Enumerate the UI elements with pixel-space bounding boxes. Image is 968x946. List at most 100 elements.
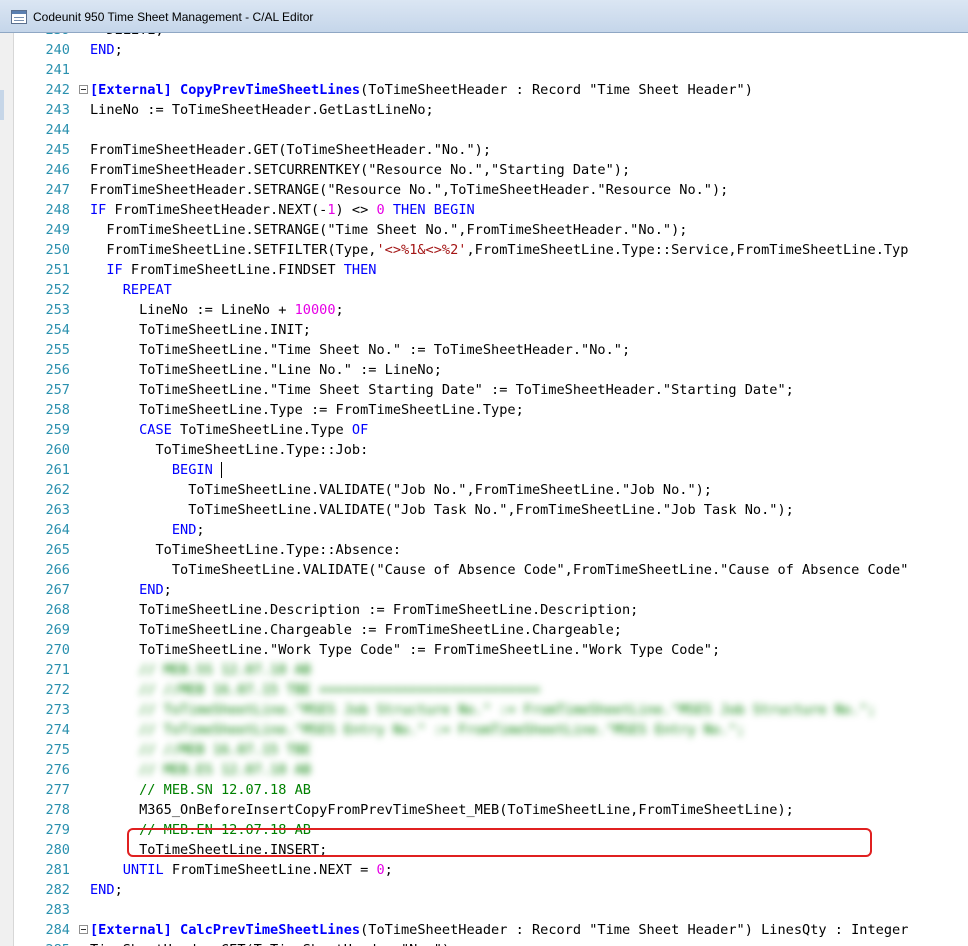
code-line[interactable]: 270 ToTimeSheetLine."Work Type Code" := … xyxy=(0,640,968,660)
code-line[interactable]: 273 // ToTimeSheetLine."MSES Job Structu… xyxy=(0,700,968,720)
line-number: 245 xyxy=(45,142,70,158)
line-number: 270 xyxy=(45,642,70,658)
code-line[interactable]: 281 UNTIL FromTimeSheetLine.NEXT = 0; xyxy=(0,860,968,880)
code-text: ToTimeSheetLine.INIT; xyxy=(90,320,311,340)
code-text: END; xyxy=(90,40,123,60)
code-line[interactable]: 284 [External] CalcPrevTimeSheetLines(ToT… xyxy=(0,920,968,940)
code-line[interactable]: 271 // MEB.SS 12.07.18 AB xyxy=(0,660,968,680)
code-line[interactable]: 269 ToTimeSheetLine.Chargeable := FromTi… xyxy=(0,620,968,640)
code-line[interactable]: 249 FromTimeSheetLine.SETRANGE("Time She… xyxy=(0,220,968,240)
code-line[interactable]: 261 BEGIN xyxy=(0,460,968,480)
code-line[interactable]: 276 // MEB.ES 12.07.18 AB xyxy=(0,760,968,780)
code-line[interactable]: 283 xyxy=(0,900,968,920)
code-line[interactable]: 258 ToTimeSheetLine.Type := FromTimeShee… xyxy=(0,400,968,420)
code-line[interactable]: 255 ToTimeSheetLine."Time Sheet No." := … xyxy=(0,340,968,360)
code-token: [External] CopyPrevTimeSheetLines xyxy=(90,82,361,98)
code-line[interactable]: 250 FromTimeSheetLine.SETFILTER(Type,'<>… xyxy=(0,240,968,260)
code-line[interactable]: 254 ToTimeSheetLine.INIT; xyxy=(0,320,968,340)
keyword-token: CASE xyxy=(139,422,172,438)
keyword-token: UNTIL xyxy=(122,862,164,878)
code-text: // ToTimeSheetLine."MSES Job Structure N… xyxy=(90,700,876,720)
line-number: 284 xyxy=(45,922,70,938)
code-text: ToTimeSheetLine.Type::Job: xyxy=(90,440,368,460)
line-number: 281 xyxy=(45,862,70,878)
collapse-icon[interactable] xyxy=(79,925,88,934)
code-token: ToTimeSheetLine.VALIDATE("Job No.",FromT… xyxy=(90,482,712,498)
code-line[interactable]: 252 REPEAT xyxy=(0,280,968,300)
code-token: DELETE; xyxy=(90,33,163,38)
keyword-token: THEN BEGIN xyxy=(392,202,475,218)
code-line[interactable]: 253 LineNo := LineNo + 10000; xyxy=(0,300,968,320)
line-number: 264 xyxy=(45,522,70,538)
keyword-token: IF xyxy=(90,202,107,218)
code-text: IF FromTimeSheetHeader.NEXT(-1) <> 0 THE… xyxy=(90,200,475,220)
code-line[interactable]: 278 M365_OnBeforeInsertCopyFromPrevTimeS… xyxy=(0,800,968,820)
code-area[interactable]: 239 DELETE; 240 END; 241 242 [External] CopyP… xyxy=(0,33,968,946)
code-line[interactable]: 243 LineNo := ToTimeSheetHeader.GetLastLi… xyxy=(0,100,968,120)
code-text: CASE ToTimeSheetLine.Type OF xyxy=(90,420,368,440)
code-text: FromTimeSheetHeader.SETCURRENTKEY("Resou… xyxy=(90,160,630,180)
keyword-token: END xyxy=(90,42,115,58)
code-text: UNTIL FromTimeSheetLine.NEXT = 0; xyxy=(90,860,393,880)
code-line[interactable]: 266 ToTimeSheetLine.VALIDATE("Cause of A… xyxy=(0,560,968,580)
line-number: 267 xyxy=(45,582,70,598)
code-text: ToTimeSheetLine.Description := FromTimeS… xyxy=(90,600,638,620)
code-text: END; xyxy=(90,580,172,600)
code-line[interactable]: 251 IF FromTimeSheetLine.FINDSET THEN xyxy=(0,260,968,280)
code-line[interactable]: 282 END; xyxy=(0,880,968,900)
text-caret xyxy=(221,462,222,478)
code-token: FromTimeSheetLine.SETRANGE("Time Sheet N… xyxy=(90,222,688,238)
code-line[interactable]: 257 ToTimeSheetLine."Time Sheet Starting… xyxy=(0,380,968,400)
code-line[interactable]: 274 // ToTimeSheetLine."MSES Entry No." … xyxy=(0,720,968,740)
code-token: 1 xyxy=(327,202,336,218)
code-token: ToTimeSheetLine."Time Sheet No." := ToTi… xyxy=(90,342,631,358)
code-line[interactable]: 244 xyxy=(0,120,968,140)
code-line[interactable]: 264 END; xyxy=(0,520,968,540)
code-text: DELETE; xyxy=(90,33,163,40)
code-line[interactable]: 246 FromTimeSheetHeader.SETCURRENTKEY("Re… xyxy=(0,160,968,180)
code-line[interactable]: 247 FromTimeSheetHeader.SETRANGE("Resourc… xyxy=(0,180,968,200)
line-number: 249 xyxy=(45,222,70,238)
app-window-icon xyxy=(11,10,27,24)
code-line[interactable]: 259 CASE ToTimeSheetLine.Type OF xyxy=(0,420,968,440)
code-line[interactable]: 260 ToTimeSheetLine.Type::Job: xyxy=(0,440,968,460)
code-line[interactable]: 272 // //MEB 16.07.15 TBE ==============… xyxy=(0,680,968,700)
line-number: 277 xyxy=(45,782,70,798)
code-editor[interactable]: 239 DELETE; 240 END; 241 242 [External] CopyP… xyxy=(0,33,968,946)
code-line[interactable]: 241 xyxy=(0,60,968,80)
code-line[interactable]: 245 FromTimeSheetHeader.GET(ToTimeSheetHe… xyxy=(0,140,968,160)
code-line[interactable]: 275 // //MEB 16.07.15 TBE xyxy=(0,740,968,760)
comment-token: // ToTimeSheetLine."MSES Entry No." := F… xyxy=(90,722,745,738)
code-line[interactable]: 239 DELETE; xyxy=(0,33,968,40)
code-line[interactable]: 268 ToTimeSheetLine.Description := FromT… xyxy=(0,600,968,620)
code-line[interactable]: 265 ToTimeSheetLine.Type::Absence: xyxy=(0,540,968,560)
line-number: 254 xyxy=(45,322,70,338)
code-text: // //MEB 16.07.15 TBE xyxy=(90,740,311,760)
code-line[interactable]: 267 END; xyxy=(0,580,968,600)
code-line[interactable]: 242 [External] CopyPrevTimeSheetLines(ToT… xyxy=(0,80,968,100)
line-number: 272 xyxy=(45,682,70,698)
code-line[interactable]: 262 ToTimeSheetLine.VALIDATE("Job No.",F… xyxy=(0,480,968,500)
line-number: 273 xyxy=(45,702,70,718)
code-line[interactable]: 263 ToTimeSheetLine.VALIDATE("Job Task N… xyxy=(0,500,968,520)
collapse-icon[interactable] xyxy=(79,85,88,94)
line-number: 265 xyxy=(45,542,70,558)
line-number: 241 xyxy=(45,62,70,78)
code-line[interactable]: 248 IF FromTimeSheetHeader.NEXT(-1) <> 0 … xyxy=(0,200,968,220)
code-line[interactable]: 277 // MEB.SN 12.07.18 AB xyxy=(0,780,968,800)
code-line[interactable]: 240 END; xyxy=(0,40,968,60)
code-token: 0 xyxy=(376,862,385,878)
code-token: (ToTimeSheetHeader : Record "Time Sheet … xyxy=(360,922,909,938)
code-line[interactable]: 285 TimeSheetHeader.GET(ToTimeSheetHeader… xyxy=(0,940,968,946)
code-token: LineNo := LineNo + xyxy=(90,302,295,318)
code-token: FromTimeSheetLine.SETFILTER(Type, xyxy=(90,242,377,258)
line-number: 248 xyxy=(45,202,70,218)
line-number: 263 xyxy=(45,502,70,518)
line-number: 256 xyxy=(45,362,70,378)
code-text: // //MEB 16.07.15 TBE ==================… xyxy=(90,680,540,700)
code-line[interactable]: 256 ToTimeSheetLine."Line No." := LineNo… xyxy=(0,360,968,380)
code-token: ToTimeSheetLine."Time Sheet Starting Dat… xyxy=(90,382,794,398)
code-token: ; xyxy=(335,302,344,318)
